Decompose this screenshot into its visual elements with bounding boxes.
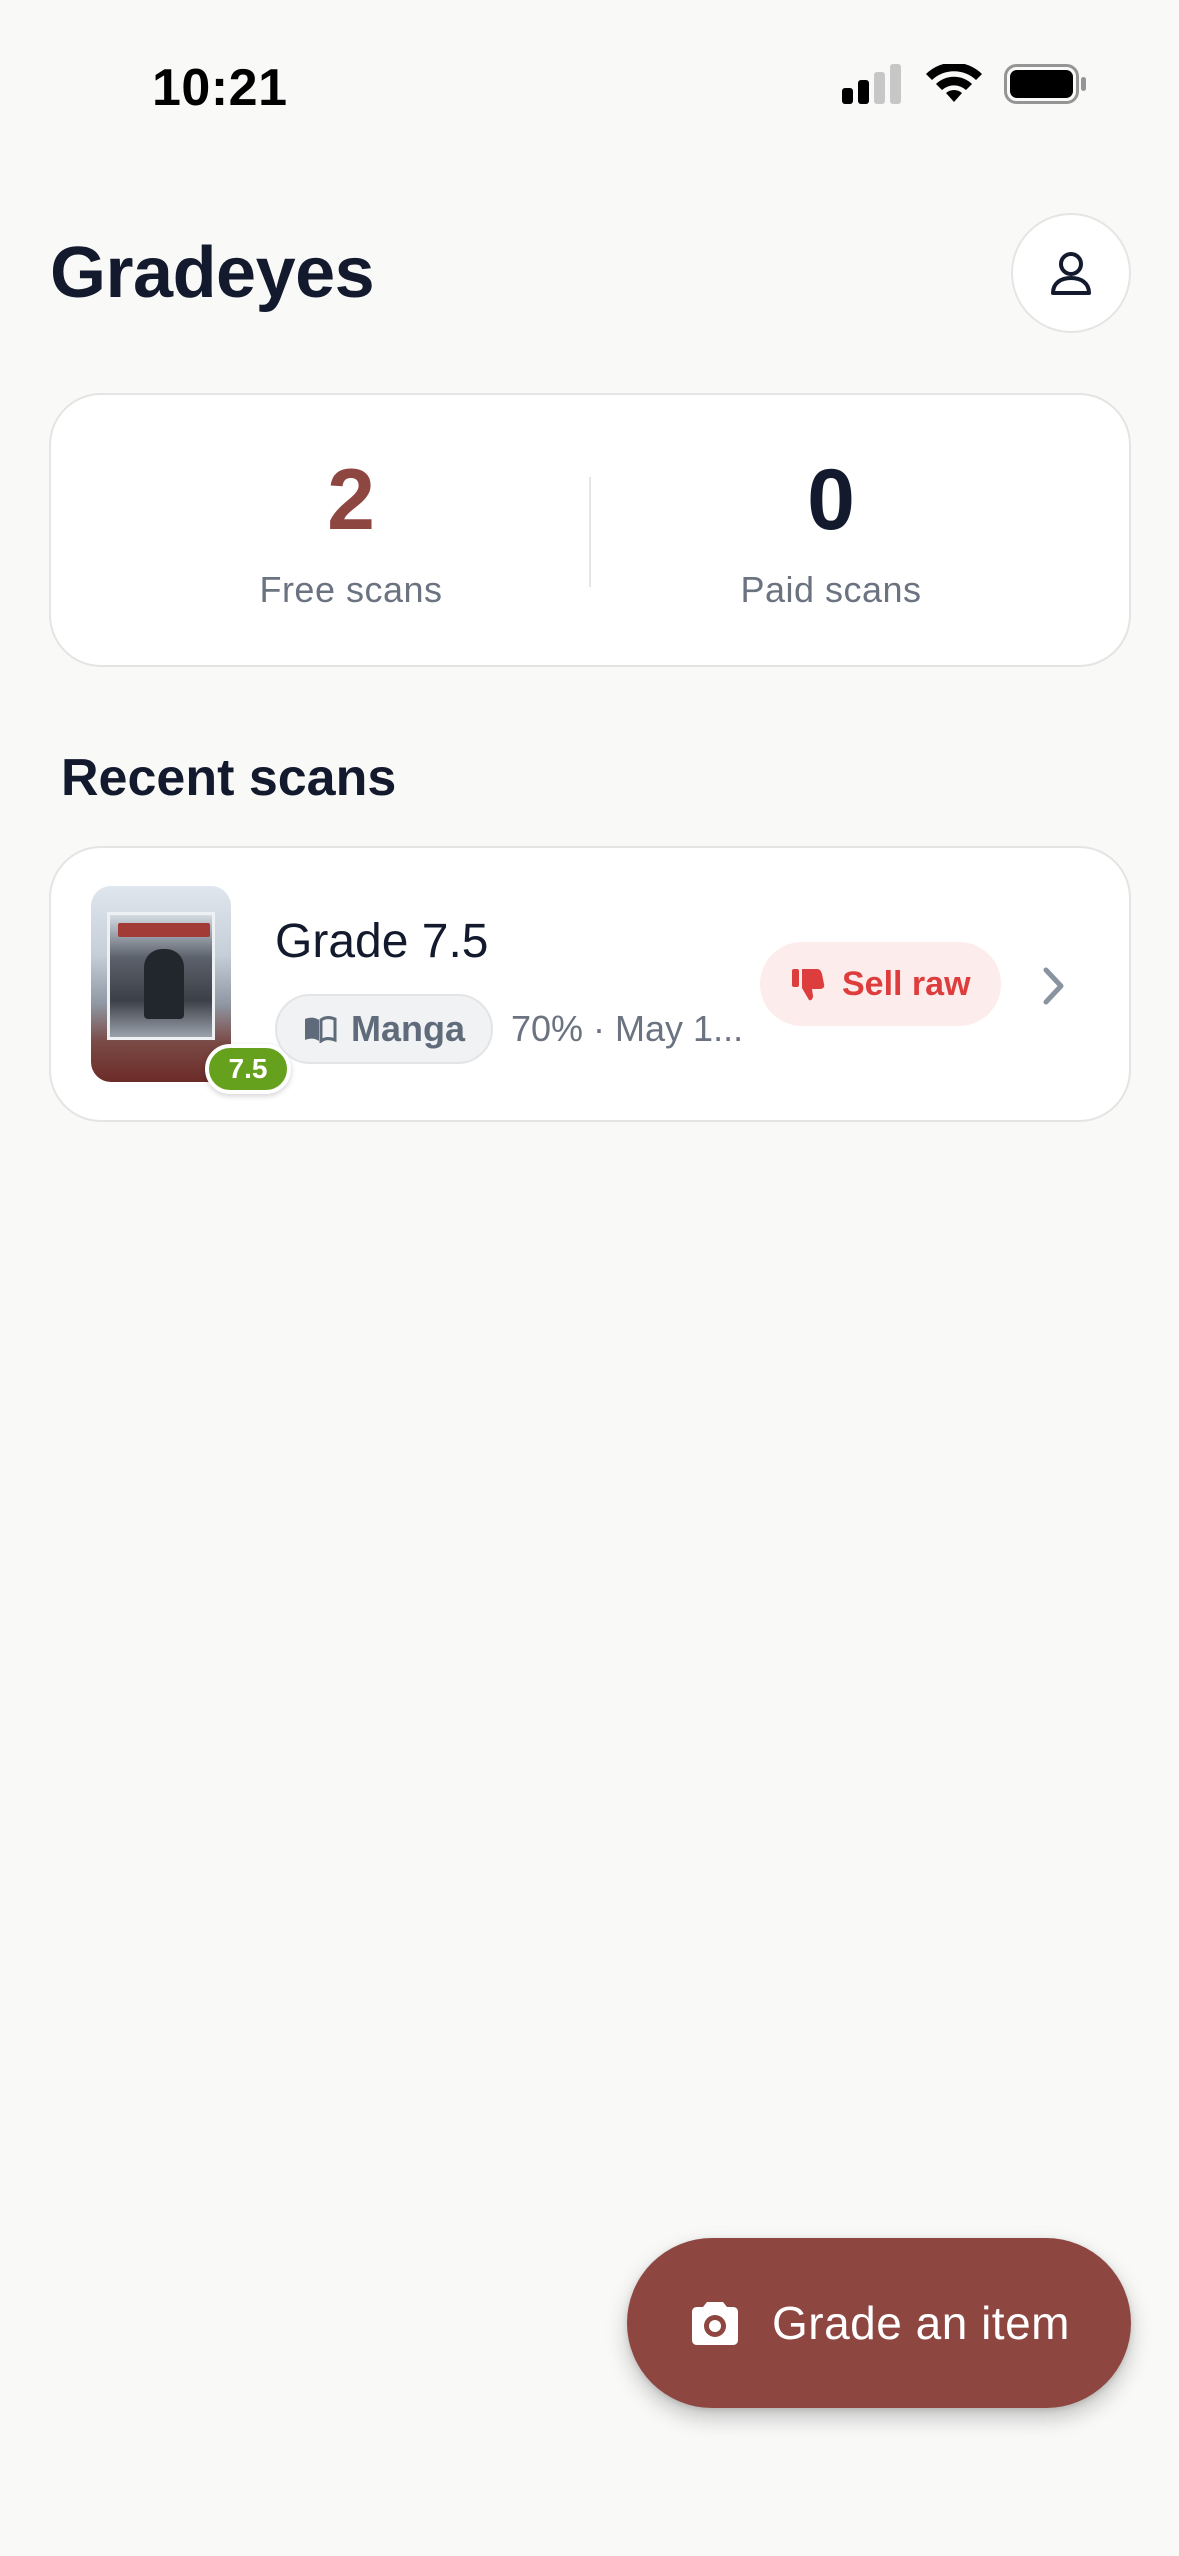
scan-meta: 70% · May 1... <box>511 1008 744 1049</box>
book-open-icon <box>305 1016 337 1043</box>
home-screen: 10:21 Gradeyes 2 Free scans 0 Paid scans… <box>0 0 1179 2556</box>
grade-item-button[interactable]: Grade an item <box>627 2238 1131 2408</box>
cover-figure <box>144 949 184 1019</box>
wifi-icon <box>926 64 982 102</box>
free-scans-label: Free scans <box>259 569 443 610</box>
free-scans-stat: 2 Free scans <box>111 395 591 611</box>
profile-button[interactable] <box>1011 213 1131 333</box>
user-icon <box>1051 252 1091 295</box>
cellular-signal-icon <box>842 64 901 104</box>
recent-scans-title: Recent scans <box>61 749 397 807</box>
status-time: 10:21 <box>152 59 288 117</box>
battery-icon <box>1004 64 1086 104</box>
free-scans-count: 2 <box>327 452 375 548</box>
app-title: Gradeyes <box>50 233 375 313</box>
manga-cover-image <box>107 912 215 1040</box>
cover-title-band <box>118 923 210 937</box>
scan-title: Grade 7.5 <box>275 915 489 968</box>
verdict-label: Sell raw <box>842 964 971 1003</box>
verdict-badge: Sell raw <box>760 942 1001 1026</box>
grade-badge: 7.5 <box>205 1044 291 1094</box>
paid-scans-label: Paid scans <box>740 569 922 610</box>
scan-list-item[interactable]: 7.5 Grade 7.5 Manga 70% · May 1... Sell … <box>49 846 1131 1122</box>
paid-scans-count: 0 <box>807 452 855 548</box>
thumbs-down-icon <box>792 969 825 1001</box>
status-icons <box>842 64 1088 104</box>
category-label: Manga <box>351 1008 466 1049</box>
category-chip: Manga <box>275 994 494 1064</box>
paid-scans-stat: 0 Paid scans <box>591 395 1071 611</box>
grade-item-label: Grade an item <box>772 2297 1070 2349</box>
scan-balance-card: 2 Free scans 0 Paid scans <box>49 393 1131 667</box>
camera-icon <box>692 2302 738 2345</box>
chevron-right-icon <box>1043 967 1064 1005</box>
